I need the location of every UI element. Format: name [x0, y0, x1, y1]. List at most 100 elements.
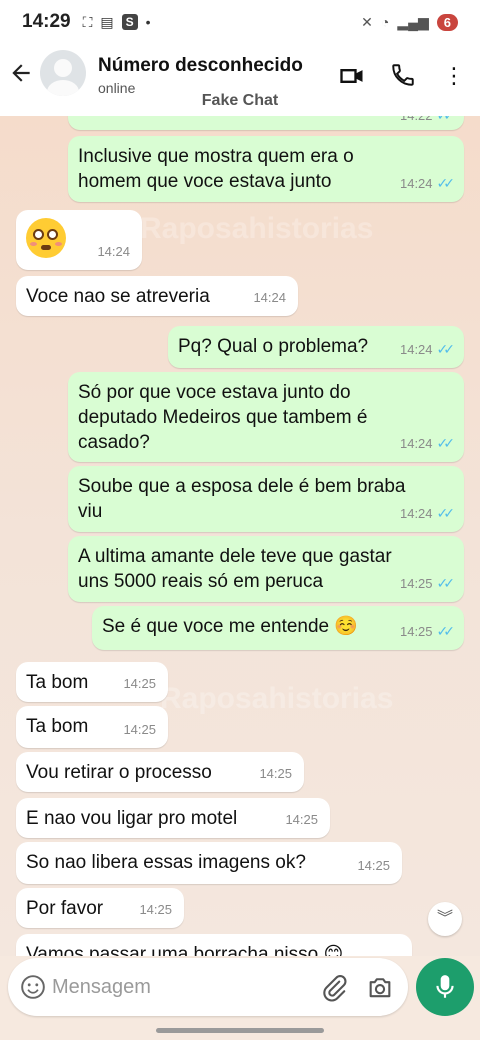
message-time: 14:24: [399, 176, 433, 191]
back-button[interactable]: [8, 60, 36, 92]
video-call-button[interactable]: [338, 62, 368, 92]
message-input[interactable]: [52, 970, 312, 1004]
message-text: E nao vou ligar pro motel: [26, 808, 238, 829]
message-bubble[interactable]: Ta bom 14:25: [16, 706, 168, 748]
voice-call-button[interactable]: [390, 62, 420, 92]
message-bubble[interactable]: Vamos passar uma borracha nisso 😊: [16, 934, 412, 956]
app-s-icon: S: [121, 14, 138, 30]
message-time: 14:25: [123, 676, 156, 691]
status-right-icons: ✕ ◔ ▂▄▆ 6: [361, 13, 458, 31]
read-receipt-icon: ✓✓: [436, 575, 456, 591]
message-meta: 14:25: [139, 897, 172, 922]
message-meta: 14:25 ✓✓: [399, 619, 456, 644]
message-composer: [8, 958, 408, 1016]
flushed-face-emoji: [26, 218, 66, 258]
message-text: Inclusive que mostra quem era o homem qu…: [78, 146, 354, 192]
camera-icon: [369, 978, 391, 998]
wifi-icon: ◔: [380, 14, 390, 30]
message-meta: 14:24 ✓✓: [399, 501, 456, 526]
message-bubble[interactable]: 14:24: [16, 210, 142, 270]
message-time: 14:24: [253, 290, 286, 305]
read-receipt-icon: ✓✓: [436, 341, 456, 357]
message-time: 14:22: [400, 116, 433, 128]
attach-button[interactable]: [320, 974, 348, 1002]
watermark-text: Raposahistorias: [160, 682, 394, 715]
message-text: So nao libera essas imagens ok?: [26, 852, 306, 873]
message-bubble[interactable]: motel 14:22 ✓✓: [68, 116, 464, 130]
message-time: 14:24: [399, 436, 433, 451]
avatar-head: [54, 59, 72, 77]
message-bubble[interactable]: Só por que voce estava junto do deputado…: [68, 372, 464, 462]
scroll-to-bottom-button[interactable]: ︾: [428, 902, 462, 936]
message-list[interactable]: Raposahistorias Raposahistorias motel 14…: [0, 116, 480, 956]
message-bubble[interactable]: Ta bom 14:25: [16, 662, 168, 702]
arrow-left-icon: [12, 64, 30, 82]
message-text: Vou retirar o processo: [26, 762, 212, 783]
message-text: Voce nao se atreveria: [26, 286, 210, 307]
avatar[interactable]: [40, 50, 86, 96]
message-bubble[interactable]: Pq? Qual o problema? 14:24 ✓✓: [168, 326, 464, 368]
message-text: Só por que voce estava junto do deputado…: [78, 382, 368, 453]
message-meta: 14:25: [259, 761, 292, 786]
message-meta: 14:24: [97, 239, 130, 264]
mute-icon: ✕: [361, 13, 373, 30]
video-camera-icon: [340, 69, 363, 83]
read-receipt-icon: ✓✓: [436, 505, 456, 521]
paperclip-icon: [323, 975, 347, 1002]
message-bubble[interactable]: E nao vou ligar pro motel 14:25: [16, 798, 330, 838]
double-chevron-down-icon: ︾: [436, 910, 453, 927]
message-meta: 14:25: [357, 853, 390, 878]
message-bubble[interactable]: Soube que a esposa dele é bem braba viu …: [68, 466, 464, 532]
message-text: A ultima amante dele teve que gastar uns…: [78, 546, 392, 592]
notification-icon: ▤: [100, 13, 114, 30]
message-bubble[interactable]: A ultima amante dele teve que gastar uns…: [68, 536, 464, 602]
screenshot-icon: ⛶: [82, 13, 93, 30]
emoji-button[interactable]: [20, 974, 46, 1000]
more-vert-icon: ⋮: [443, 63, 465, 88]
message-meta: 14:22 ✓✓: [400, 116, 456, 128]
voice-message-button[interactable]: [416, 958, 474, 1016]
message-time: 14:24: [97, 244, 130, 259]
message-time: 14:25: [259, 766, 292, 781]
message-text: motel: [78, 116, 454, 117]
watermark-text: Raposahistorias: [140, 212, 374, 245]
message-text: Soube que a esposa dele é bem braba viu: [78, 476, 406, 522]
battery-icon: 6: [436, 13, 458, 31]
home-indicator[interactable]: [156, 1028, 324, 1033]
microphone-icon: [436, 975, 454, 998]
message-bubble[interactable]: Se é que voce me entende ☺️ 14:25 ✓✓: [92, 606, 464, 650]
read-receipt-icon: ✓✓: [437, 116, 456, 128]
message-bubble[interactable]: So nao libera essas imagens ok? 14:25: [16, 842, 402, 884]
message-meta: 14:24 ✓✓: [399, 171, 456, 196]
message-time: 14:25: [399, 576, 433, 591]
message-meta: 14:24 ✓✓: [399, 431, 456, 456]
more-options-button[interactable]: ⋮: [440, 62, 468, 92]
phone-icon: [392, 64, 414, 86]
read-receipt-icon: ✓✓: [436, 175, 456, 191]
message-meta: 14:24 ✓✓: [399, 337, 456, 362]
message-time: 14:25: [123, 722, 156, 737]
message-time: 14:24: [399, 506, 433, 521]
fake-chat-banner: Fake Chat: [201, 92, 279, 109]
message-meta: 14:25: [123, 717, 156, 742]
message-meta: 14:25 ✓✓: [399, 571, 456, 596]
message-time: 14:25: [285, 812, 318, 827]
camera-button[interactable]: [366, 974, 394, 1002]
emoji-icon: [21, 975, 45, 999]
read-receipt-icon: ✓✓: [436, 623, 456, 639]
message-meta: 14:24: [253, 285, 286, 310]
message-bubble[interactable]: Por favor 14:25: [16, 888, 184, 928]
message-meta: 14:25: [285, 807, 318, 832]
message-time: 14:25: [399, 624, 433, 639]
message-bubble[interactable]: Inclusive que mostra quem era o homem qu…: [68, 136, 464, 202]
message-bubble[interactable]: Voce nao se atreveria 14:24: [16, 276, 298, 316]
dot-icon: •: [145, 14, 151, 30]
message-time: 14:24: [399, 342, 433, 357]
message-time: 14:25: [139, 902, 172, 917]
signal-icon: ▂▄▆: [397, 13, 429, 30]
status-time: 14:29: [22, 11, 71, 32]
message-meta: 14:25: [123, 671, 156, 696]
contact-name[interactable]: Número desconhecido: [98, 55, 303, 77]
message-bubble[interactable]: Vou retirar o processo 14:25: [16, 752, 304, 792]
read-receipt-icon: ✓✓: [436, 435, 456, 451]
